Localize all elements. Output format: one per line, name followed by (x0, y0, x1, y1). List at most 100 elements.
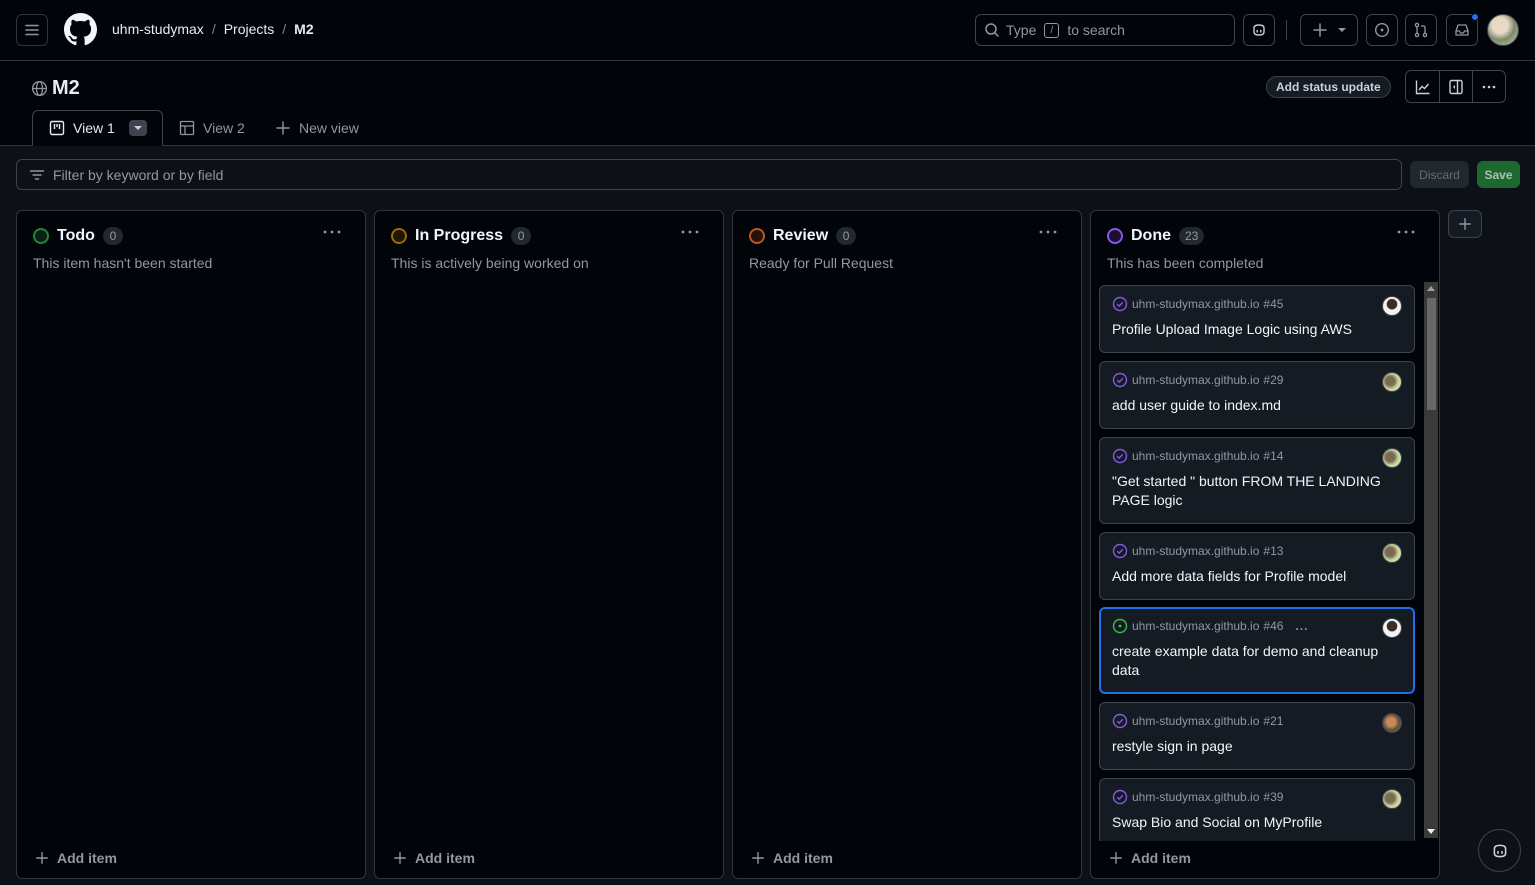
assignee-avatar[interactable] (1382, 543, 1402, 563)
card-repo[interactable]: uhm-studymax.github.io (1132, 449, 1259, 463)
copilot-chat-button[interactable] (1478, 829, 1521, 872)
assignee-avatar[interactable] (1382, 618, 1402, 638)
card-list: uhm-studymax.github.io #45 Profile Uploa… (1099, 285, 1429, 841)
issue-card[interactable]: uhm-studymax.github.io #21 restyle sign … (1099, 702, 1415, 770)
search-shortcut-key: / (1044, 22, 1060, 38)
column-menu-button[interactable] (681, 229, 699, 235)
add-item-button[interactable]: Add item (35, 850, 117, 866)
assignee-avatar[interactable] (1382, 448, 1402, 468)
github-logo[interactable] (64, 13, 97, 46)
filter-icon (29, 169, 45, 180)
column-menu-button[interactable] (1397, 229, 1415, 235)
issue-card[interactable]: uhm-studymax.github.io #39 Swap Bio and … (1099, 778, 1415, 841)
card-title[interactable]: Profile Upload Image Logic using AWS (1112, 320, 1382, 339)
column-menu-button[interactable] (1039, 229, 1057, 235)
card-repo[interactable]: uhm-studymax.github.io (1132, 373, 1259, 387)
scroll-up-arrow-icon[interactable] (1427, 286, 1435, 291)
new-view-button[interactable]: New view (275, 110, 359, 146)
card-title[interactable]: create example data for demo and cleanup… (1112, 642, 1382, 680)
issue-card[interactable]: uhm-studymax.github.io #29 add user guid… (1099, 361, 1415, 429)
assignee-avatar[interactable] (1382, 372, 1402, 392)
breadcrumb-owner[interactable]: uhm-studymax (112, 21, 204, 37)
github-logo-icon (64, 13, 97, 46)
column-menu-button[interactable] (323, 229, 341, 235)
status-circle-icon (1107, 228, 1123, 244)
assignee-avatar[interactable] (1382, 789, 1402, 809)
filter-placeholder: Filter by keyword or by field (53, 166, 224, 183)
card-number: #29 (1263, 373, 1284, 387)
add-item-button[interactable]: Add item (1109, 850, 1191, 866)
add-item-label: Add item (415, 850, 475, 866)
issue-card[interactable]: uhm-studymax.github.io #45 Profile Uploa… (1099, 285, 1415, 353)
issues-button[interactable] (1366, 14, 1398, 46)
plus-icon (276, 121, 290, 135)
assignee-avatar[interactable] (1382, 713, 1402, 733)
add-item-button[interactable]: Add item (393, 850, 475, 866)
card-number: #46 (1263, 619, 1284, 633)
tab-view-1[interactable]: View 1 (32, 110, 163, 146)
add-status-update-button[interactable]: Add status update (1266, 76, 1391, 98)
menu-button[interactable] (16, 14, 48, 46)
assignee-avatar[interactable] (1382, 296, 1402, 316)
closed-issue-icon (1112, 713, 1128, 729)
avatar[interactable] (1487, 14, 1519, 46)
notification-indicator (1471, 13, 1479, 21)
card-repo[interactable]: uhm-studymax.github.io (1132, 790, 1259, 804)
insights-button[interactable] (1406, 71, 1439, 102)
hamburger-icon (25, 24, 39, 36)
card-number: #45 (1263, 297, 1284, 311)
card-repo[interactable]: uhm-studymax.github.io (1132, 619, 1259, 633)
card-number: #14 (1263, 449, 1284, 463)
column-header: In Progress 0 (391, 227, 532, 245)
more-icon (681, 230, 699, 234)
card-title[interactable]: Add more data fields for Profile model (1112, 567, 1382, 586)
column-count: 0 (511, 227, 532, 245)
discard-button[interactable]: Discard (1410, 161, 1469, 188)
status-circle-icon (391, 228, 407, 244)
status-circle-icon (33, 228, 49, 244)
issue-card[interactable]: uhm-studymax.github.io #13 Add more data… (1099, 532, 1415, 600)
card-repo[interactable]: uhm-studymax.github.io (1132, 544, 1259, 558)
save-button[interactable]: Save (1477, 161, 1520, 188)
view-options-dropdown[interactable] (128, 120, 147, 136)
column-header: Review 0 (749, 227, 857, 245)
card-title[interactable]: add user guide to index.md (1112, 396, 1382, 415)
card-number: #21 (1263, 714, 1284, 728)
tab-view-2[interactable]: View 2 (179, 110, 245, 146)
card-repo[interactable]: uhm-studymax.github.io (1132, 714, 1259, 728)
issue-card-selected[interactable]: uhm-studymax.github.io #46 ... create ex… (1099, 607, 1415, 694)
scroll-down-arrow-icon[interactable] (1427, 829, 1435, 834)
more-options-button[interactable] (1472, 71, 1505, 102)
create-new-button[interactable] (1300, 14, 1358, 46)
breadcrumb-separator: / (282, 21, 287, 37)
card-number: #39 (1263, 790, 1284, 804)
card-meta: uhm-studymax.github.io #13 (1112, 543, 1283, 559)
breadcrumb-projects[interactable]: Projects (224, 21, 275, 37)
column-name: Review (773, 227, 829, 244)
issue-card[interactable]: uhm-studymax.github.io #14 "Get started … (1099, 437, 1415, 524)
card-menu-button[interactable]: ... (1295, 619, 1308, 633)
add-column-button[interactable] (1448, 210, 1482, 238)
filter-input[interactable]: Filter by keyword or by field (16, 159, 1402, 190)
column-description: This is actively being worked on (391, 255, 589, 271)
add-item-label: Add item (57, 850, 117, 866)
breadcrumb-current[interactable]: M2 (294, 21, 313, 37)
search-input[interactable]: Type / to search (975, 14, 1235, 46)
card-title[interactable]: "Get started " button FROM THE LANDING P… (1112, 472, 1382, 510)
scrollbar-thumb[interactable] (1427, 298, 1436, 410)
card-title[interactable]: restyle sign in page (1112, 737, 1382, 756)
done-column-scrollbar[interactable] (1424, 282, 1438, 838)
column-review: Review 0 Ready for Pull Request Add item (732, 210, 1082, 879)
table-icon (179, 120, 195, 136)
add-item-button[interactable]: Add item (751, 850, 833, 866)
closed-issue-icon (1112, 296, 1128, 312)
side-panel-button[interactable] (1439, 71, 1472, 102)
column-description: This has been completed (1107, 255, 1264, 271)
card-repo[interactable]: uhm-studymax.github.io (1132, 297, 1259, 311)
copilot-icon (1493, 844, 1506, 857)
copilot-button[interactable] (1243, 14, 1275, 46)
column-name: In Progress (415, 227, 504, 244)
pull-requests-button[interactable] (1405, 14, 1437, 46)
card-title[interactable]: Swap Bio and Social on MyProfile (1112, 813, 1382, 832)
open-issue-icon (1112, 618, 1128, 634)
